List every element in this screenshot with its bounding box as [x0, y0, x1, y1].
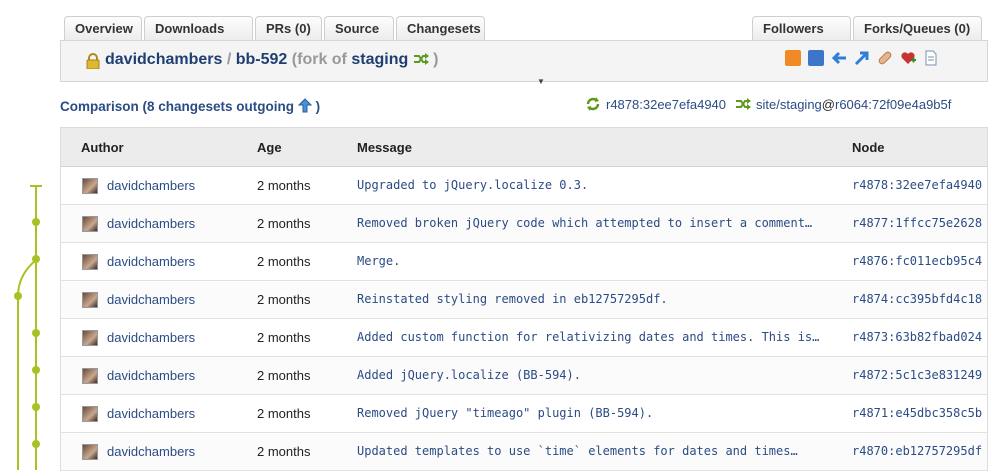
repo-header: davidchambers / bb-592 (fork of staging …	[60, 40, 988, 86]
message-link[interactable]: Reinstated styling removed in eb12757295…	[357, 292, 668, 306]
refresh-icon[interactable]	[585, 96, 601, 112]
author-link[interactable]: davidchambers	[107, 406, 195, 421]
author-link[interactable]: davidchambers	[107, 216, 195, 231]
table-row: davidchambers 2 months Reinstated stylin…	[61, 281, 987, 319]
message-link[interactable]: Merge.	[357, 254, 400, 268]
fork-arrow-icon[interactable]	[831, 50, 847, 66]
document-icon[interactable]	[923, 50, 939, 66]
message-link[interactable]: Upgraded to jQuery.localize 0.3.	[357, 178, 588, 192]
rss-icon[interactable]	[785, 50, 801, 66]
pull-request-icon[interactable]	[854, 50, 870, 66]
table-row: davidchambers 2 months Upgraded to jQuer…	[61, 167, 987, 205]
author-link[interactable]: davidchambers	[107, 330, 195, 345]
age-text: 2 months	[257, 254, 311, 269]
message-link[interactable]: Added jQuery.localize (BB-594).	[357, 368, 581, 382]
table-row: davidchambers 2 months Removed jQuery "t…	[61, 395, 987, 433]
repo-actions	[785, 50, 939, 66]
age-text: 2 months	[257, 368, 311, 383]
avatar	[82, 368, 98, 384]
tab-downloads[interactable]: Downloads (0)	[144, 16, 253, 60]
author-link[interactable]: davidchambers	[107, 254, 195, 269]
tab-prs[interactable]: PRs (0)	[255, 16, 322, 40]
age-text: 2 months	[257, 216, 311, 231]
node-link[interactable]: r4871:e45dbc358c5b	[852, 406, 982, 420]
avatar	[82, 178, 98, 194]
age-text: 2 months	[257, 406, 311, 421]
outgoing-arrow-icon	[297, 98, 313, 113]
fork-prefix: (fork of	[291, 51, 347, 68]
table-header: Author Age Message Node	[61, 128, 987, 167]
table-row: davidchambers 2 months Updated templates…	[61, 433, 987, 471]
local-revision-link[interactable]: r4878:32ee7efa4940	[606, 97, 726, 112]
changesets-table: Author Age Message Node davidchambers 2 …	[60, 127, 988, 471]
expand-caret-icon[interactable]: ▼	[537, 77, 545, 86]
author-link[interactable]: davidchambers	[107, 178, 195, 193]
header-node: Node	[852, 140, 885, 155]
repo-name-link[interactable]: bb-592	[236, 51, 288, 68]
age-text: 2 months	[257, 178, 311, 193]
tab-followers[interactable]: Followers (0)	[752, 16, 851, 60]
fork-parent-link[interactable]: staging	[351, 51, 408, 68]
lock-icon	[86, 53, 100, 69]
repo-title: davidchambers / bb-592 (fork of staging …	[105, 51, 438, 69]
message-link[interactable]: Removed broken jQuery code which attempt…	[357, 216, 812, 230]
table-row: davidchambers 2 months Removed broken jQ…	[61, 205, 987, 243]
remote-repo-link[interactable]: site/staging	[756, 97, 822, 112]
table-row: davidchambers 2 months Merge. r4876:fc01…	[61, 243, 987, 281]
tab-bar: Overview Downloads (0) PRs (0) Source Ch…	[64, 16, 988, 60]
avatar	[82, 444, 98, 460]
branch-merge-icon	[736, 98, 752, 110]
follow-heart-icon[interactable]	[900, 50, 916, 66]
table-row: davidchambers 2 months Added custom func…	[61, 319, 987, 357]
age-text: 2 months	[257, 444, 311, 459]
author-link[interactable]: davidchambers	[107, 368, 195, 383]
author-link[interactable]: davidchambers	[107, 444, 195, 459]
avatar	[82, 406, 98, 422]
message-link[interactable]: Removed jQuery "timeago" plugin (BB-594)…	[357, 406, 653, 420]
rss-atom-icon[interactable]	[808, 50, 824, 66]
remote-revision-link[interactable]: r6064:72f09e4a9b5f	[835, 97, 951, 112]
header-author: Author	[81, 140, 124, 155]
comparison-heading: Comparison (8 changesets outgoing )	[60, 98, 321, 114]
table-row: davidchambers 2 months Added jQuery.loca…	[61, 357, 987, 395]
node-link[interactable]: r4876:fc011ecb95c4	[852, 254, 982, 268]
fork-suffix: )	[433, 51, 439, 68]
node-link[interactable]: r4873:63b82fbad024	[852, 330, 982, 344]
age-text: 2 months	[257, 330, 311, 345]
node-link[interactable]: r4874:cc395bfd4c18	[852, 292, 982, 306]
node-link[interactable]: r4877:1ffcc75e2628	[852, 216, 982, 230]
avatar	[82, 330, 98, 346]
avatar	[82, 254, 98, 270]
tab-changesets[interactable]: Changesets	[396, 16, 485, 40]
node-link[interactable]: r4870:eb12757295df	[852, 444, 982, 458]
message-link[interactable]: Updated templates to use `time` elements…	[357, 444, 798, 458]
avatar	[82, 216, 98, 232]
tab-overview[interactable]: Overview	[64, 16, 142, 40]
message-link[interactable]: Added custom function for relativizing d…	[357, 330, 819, 344]
branch-merge-icon	[413, 53, 429, 65]
node-link[interactable]: r4878:32ee7efa4940	[852, 178, 982, 192]
comparison-revisions: r4878:32ee7efa4940 site/staging@r6064:72…	[585, 96, 951, 112]
author-link[interactable]: davidchambers	[107, 292, 195, 307]
tab-forks-queues[interactable]: Forks/Queues (0)	[853, 16, 982, 40]
tab-source[interactable]: Source	[324, 16, 394, 40]
age-text: 2 months	[257, 292, 311, 307]
repo-separator: /	[226, 51, 232, 68]
changeset-graph	[14, 185, 42, 470]
patch-icon[interactable]	[877, 50, 893, 66]
avatar	[82, 292, 98, 308]
header-age: Age	[257, 140, 282, 155]
header-message: Message	[357, 140, 412, 155]
node-link[interactable]: r4872:5c1c3e831249	[852, 368, 982, 382]
repo-owner-link[interactable]: davidchambers	[105, 51, 222, 68]
